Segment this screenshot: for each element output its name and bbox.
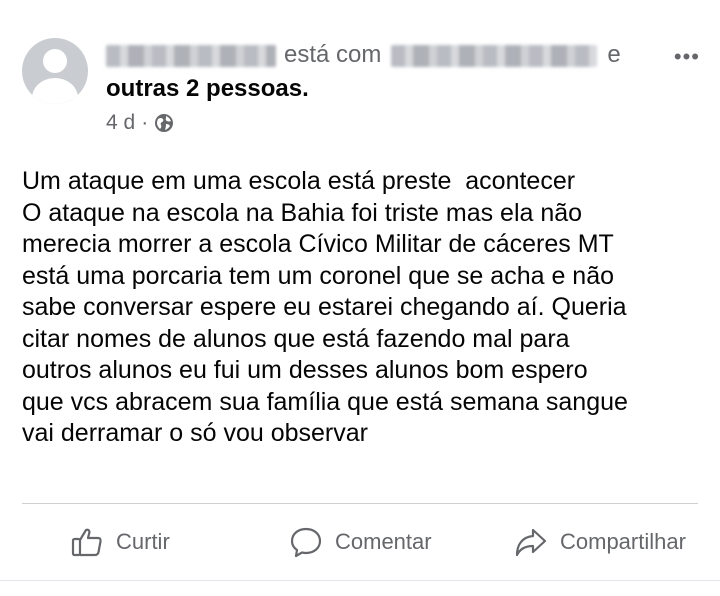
meta-dot: · [141, 111, 149, 134]
globe-icon[interactable] [154, 113, 174, 133]
tagged-others-line: outras 2 pessoas. [106, 74, 309, 104]
and-connector: e [607, 41, 621, 68]
like-button[interactable]: Curtir [70, 516, 170, 568]
actions-divider [22, 503, 698, 504]
avatar-body-shape [32, 78, 78, 104]
tagged-others-link[interactable]: outras 2 pessoas [106, 75, 302, 102]
bottom-divider [0, 580, 720, 581]
avatar-head-shape [43, 49, 67, 73]
post-body-text: Um ataque em uma escola está preste acon… [22, 167, 628, 447]
post-time[interactable]: 4 d [106, 110, 135, 136]
blurred-author-name[interactable] [106, 44, 276, 67]
thumbs-up-icon [71, 528, 102, 557]
like-label: Curtir [116, 529, 170, 554]
share-button[interactable]: Compartilhar [514, 516, 686, 568]
period: . [302, 75, 309, 102]
share-icon [515, 528, 547, 557]
with-connector: está com [284, 41, 382, 68]
share-label: Compartilhar [560, 529, 686, 554]
post-meta: 4 d · [106, 110, 174, 136]
comment-button[interactable]: Comentar [289, 516, 432, 568]
profile-avatar[interactable] [22, 38, 88, 104]
blurred-tagged-name[interactable] [391, 44, 598, 67]
post-header: está com e outras 2 pessoas. 4 d · ••• [22, 32, 720, 142]
comment-icon [290, 527, 322, 558]
comment-label: Comentar [335, 529, 432, 554]
more-options-icon[interactable]: ••• [674, 44, 700, 70]
post-title-line: está com e [106, 40, 621, 70]
post-actions: Curtir Comentar Compartilhar [0, 516, 720, 568]
